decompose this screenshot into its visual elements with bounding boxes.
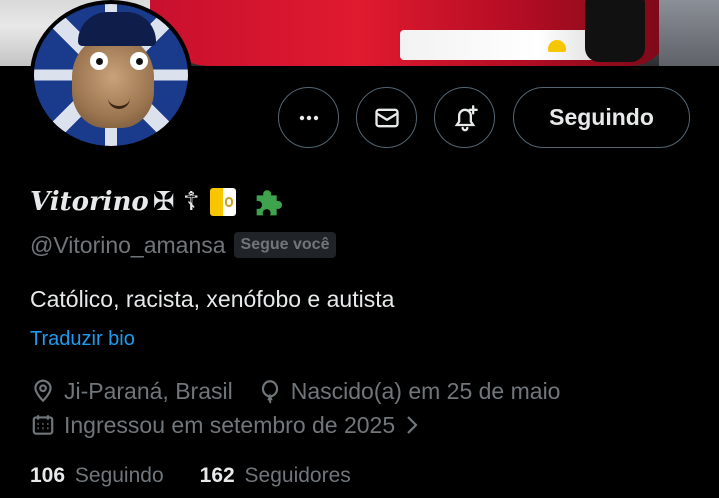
profile-meta-row: Ji-Paraná, Brasil Nascido(a) em 25 de ma… bbox=[30, 375, 584, 407]
location-item: Ji-Paraná, Brasil bbox=[30, 378, 233, 405]
more-icon bbox=[299, 115, 318, 120]
followers-label: Seguidores bbox=[244, 464, 351, 487]
puzzle-piece-icon bbox=[256, 190, 282, 216]
following-button[interactable]: Seguindo bbox=[513, 87, 690, 148]
following-stat[interactable]: 106 Seguindo bbox=[30, 464, 164, 488]
follow-stats: 106 Seguindo 162 Seguidores bbox=[30, 464, 351, 488]
display-name: Vitorino bbox=[30, 187, 149, 217]
following-count: 106 bbox=[30, 464, 66, 487]
display-name-symbols: ✠ ☦ bbox=[152, 187, 200, 217]
banner-sponsor-logo bbox=[548, 40, 566, 52]
avatar-eye-right bbox=[130, 52, 148, 70]
avatar-cap bbox=[78, 12, 156, 46]
balloon-icon bbox=[261, 380, 278, 404]
avatar[interactable] bbox=[30, 0, 192, 150]
banner-car-wheel bbox=[585, 0, 645, 62]
message-button[interactable] bbox=[356, 87, 417, 148]
more-options-button[interactable] bbox=[278, 87, 339, 148]
following-label: Seguindo bbox=[74, 464, 164, 487]
avatar-face bbox=[72, 36, 154, 128]
birthday-text: Nascido(a) em 25 de maio bbox=[290, 377, 561, 404]
birthday-item: Nascido(a) em 25 de maio bbox=[257, 377, 561, 405]
notifications-button[interactable] bbox=[434, 87, 495, 148]
followers-count: 162 bbox=[199, 464, 235, 487]
bio-text: Católico, racista, xenófobo e autista bbox=[30, 286, 395, 312]
joined-item[interactable]: Ingressou em setembro de 2025 bbox=[30, 412, 421, 439]
banner-background-right bbox=[659, 0, 719, 66]
joined-text: Ingressou em setembro de 2025 bbox=[64, 411, 396, 438]
followers-stat[interactable]: 162 Seguidores bbox=[200, 464, 351, 488]
vatican-flag-icon bbox=[209, 188, 236, 216]
translate-bio-link[interactable]: Traduzir bio bbox=[30, 328, 135, 351]
avatar-eye-left bbox=[90, 52, 108, 70]
display-name-row: Vitorino ✠ ☦ bbox=[30, 182, 290, 222]
location-pin-icon bbox=[34, 379, 52, 403]
profile-joined-row[interactable]: Ingressou em setembro de 2025 bbox=[30, 409, 445, 441]
calendar-icon bbox=[32, 415, 54, 435]
bell-plus-icon bbox=[454, 104, 478, 131]
username-handle: @Vitorino_amansa bbox=[30, 231, 226, 258]
follows-you-badge: Segue você bbox=[233, 232, 337, 258]
location-text: Ji-Paraná, Brasil bbox=[64, 377, 233, 404]
handle-row: @Vitorino_amansa Segue você bbox=[30, 230, 337, 260]
mail-icon bbox=[374, 108, 399, 127]
chevron-right-icon bbox=[407, 416, 418, 434]
